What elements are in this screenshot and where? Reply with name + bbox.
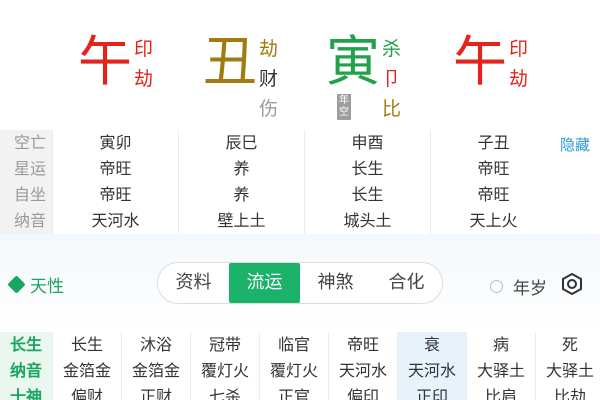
tab-liuyun[interactable]: 流运 (229, 263, 300, 303)
hidden-stem-2: 劫 (509, 68, 529, 90)
nian-sui-toggle[interactable]: 年岁 (490, 274, 547, 299)
hidden-stem-1: 劫 (259, 38, 279, 60)
table-cell: 长生 (52, 332, 121, 358)
segmented-tabs: 资料 流运 神煞 合化 (157, 262, 443, 304)
info-cell: 申酉 (304, 130, 430, 156)
hidden-stem-2: 财 (259, 68, 279, 90)
row-label: 空亡 (0, 130, 52, 156)
tab-hehua[interactable]: 合化 (371, 263, 442, 303)
row-label: 纳音 (0, 358, 52, 384)
hidden-stem-3: 伤 (259, 98, 279, 120)
radio-icon (490, 280, 503, 293)
tab-band: 天性 资料 流运 神煞 合化 年岁 (0, 234, 600, 332)
table-cell: 偏印 (328, 384, 397, 400)
info-row-zizuo: 自坐 帝旺 养 长生 帝旺 (0, 182, 556, 208)
row-label: 长生 (0, 332, 52, 358)
table-cell: 病 (466, 332, 535, 358)
info-cell: 城头土 (304, 208, 430, 234)
table-cell: 沐浴 (121, 332, 190, 358)
info-row-nayin: 纳音 天河水 壁上土 城头土 天上火 (0, 208, 556, 234)
pillar-branch: 午 (78, 30, 132, 93)
info-cell: 长生 (304, 182, 430, 208)
row-label: 自坐 (0, 182, 52, 208)
table-cell: 大驿土 (535, 358, 600, 384)
row-label: 十神 (0, 384, 52, 400)
tianxing-button[interactable]: 天性 (7, 272, 64, 297)
tab-shensha[interactable]: 神煞 (300, 263, 371, 303)
empty-year-tag: 年空 (337, 94, 351, 120)
table-cell: 临官 (259, 332, 328, 358)
table-cell: 覆灯火 (190, 358, 259, 384)
info-cell: 寅卯 (52, 130, 178, 156)
table-cell: 大驿土 (466, 358, 535, 384)
table-cell: 死 (535, 332, 600, 358)
row-label: 星运 (0, 156, 52, 182)
info-cell: 子丑 (430, 130, 556, 156)
pillar-branch: 寅 (326, 30, 380, 93)
info-cell: 天河水 (52, 208, 178, 234)
info-row-kongwang: 空亡 寅卯 辰巳 申酉 子丑 (0, 130, 556, 156)
info-cell: 养 (178, 156, 304, 182)
info-cell: 壁上土 (178, 208, 304, 234)
tab-ziliao[interactable]: 资料 (158, 263, 229, 303)
table-cell: 正财 (121, 384, 190, 400)
hidden-stem-3: 比 (382, 98, 402, 120)
table-cell: 正官 (259, 384, 328, 400)
tianxing-label: 天性 (30, 277, 64, 297)
gear-icon[interactable] (561, 272, 583, 299)
bazi-chart-screen: { "colors": { "red": "#e2241d", "olive":… (0, 0, 600, 400)
info-cell: 养 (178, 182, 304, 208)
table-cell: 金箔金 (121, 358, 190, 384)
info-cell: 辰巳 (178, 130, 304, 156)
table-cell: 衰 (397, 332, 466, 358)
pillar-branch: 丑 (203, 30, 257, 93)
info-cell: 帝旺 (430, 156, 556, 182)
info-row-xingyun: 星运 帝旺 养 长生 帝旺 (0, 156, 556, 182)
hidden-stem-1: 印 (134, 38, 154, 60)
info-cell: 长生 (304, 156, 430, 182)
info-cell: 帝旺 (52, 156, 178, 182)
info-table: 空亡 寅卯 辰巳 申酉 子丑 星运 帝旺 养 长生 帝旺 自坐 帝旺 养 长生 … (0, 130, 600, 234)
pillar-branch: 午 (453, 30, 507, 93)
luck-table: 长生 长生 沐浴 冠带 临官 帝旺 衰 病 死 纳音 金箔金 金箔金 覆灯火 覆… (0, 332, 600, 400)
table-cell: 帝旺 (328, 332, 397, 358)
info-cell: 天上火 (430, 208, 556, 234)
grid-row-nayin: 纳音 金箔金 金箔金 覆灯火 覆灯火 天河水 天河水 大驿土 大驿土 (0, 358, 600, 384)
table-cell: 比劫 (535, 384, 600, 400)
diamond-icon (7, 275, 26, 294)
table-cell: 天河水 (328, 358, 397, 384)
grid-row-changsheng: 长生 长生 沐浴 冠带 临官 帝旺 衰 病 死 (0, 332, 600, 358)
info-cell: 帝旺 (52, 182, 178, 208)
table-cell: 天河水 (397, 358, 466, 384)
table-cell: 正印 (397, 384, 466, 400)
table-cell: 冠带 (190, 332, 259, 358)
row-label: 纳音 (0, 208, 52, 234)
table-cell: 金箔金 (52, 358, 121, 384)
hidden-stem-2: 卩 (382, 68, 402, 90)
grid-row-shishen: 十神 偏财 正财 七杀 正官 偏印 正印 比肩 比劫 (0, 384, 600, 400)
table-cell: 七杀 (190, 384, 259, 400)
table-cell: 比肩 (466, 384, 535, 400)
hidden-stem-1: 印 (509, 38, 529, 60)
hidden-stem-1: 杀 (382, 38, 402, 60)
hide-button[interactable]: 隐藏 (560, 134, 590, 155)
table-cell: 覆灯火 (259, 358, 328, 384)
nian-sui-label: 年岁 (513, 279, 547, 299)
hidden-stem-2: 劫 (134, 68, 154, 90)
table-cell: 偏财 (52, 384, 121, 400)
info-cell: 帝旺 (430, 182, 556, 208)
